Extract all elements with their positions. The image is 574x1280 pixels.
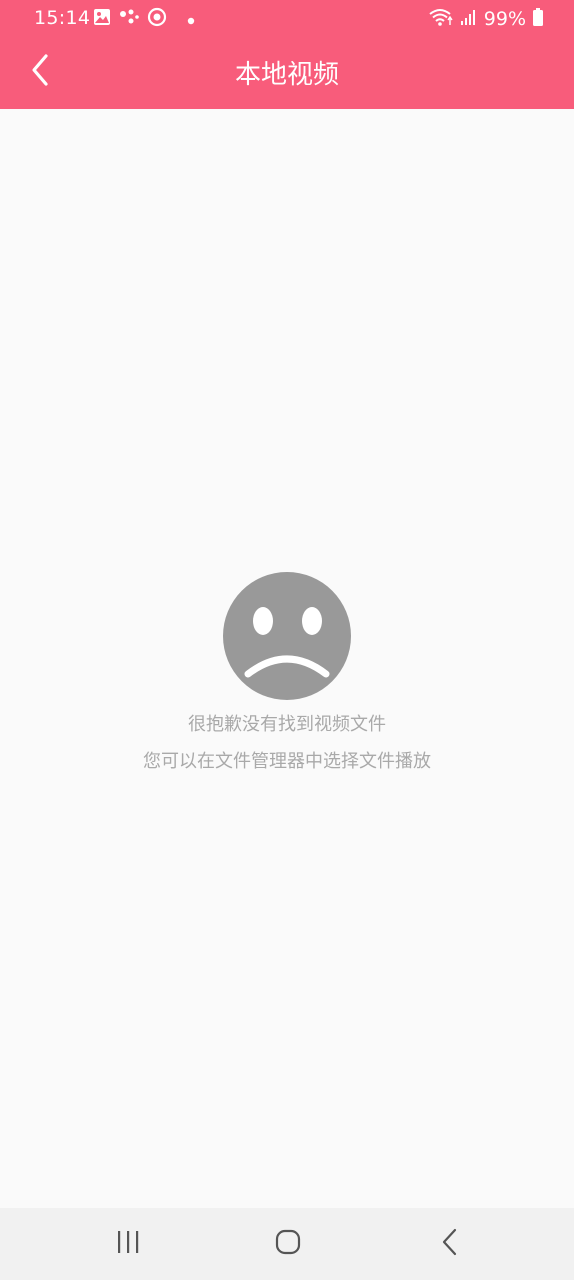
sad-face-icon (223, 572, 351, 700)
assistant-dots-icon (119, 8, 139, 30)
page-title: 本地视频 (234, 60, 339, 90)
empty-hint: 您可以在文件管理器中选择文件播放 (143, 751, 431, 772)
system-nav-bar (0, 1208, 574, 1280)
status-time: 15:14 (34, 7, 91, 29)
signal-icon (460, 8, 478, 30)
wifi-icon (428, 7, 454, 31)
empty-state: 很抱歉没有找到视频文件 您可以在文件管理器中选择文件播放 (0, 572, 574, 774)
back-icon (441, 1228, 459, 1260)
target-icon (147, 7, 167, 31)
dot-icon (187, 10, 195, 29)
image-icon (93, 8, 111, 30)
app-bar: 本地视频 (0, 38, 574, 109)
status-bar: 15:14 99% (0, 0, 574, 38)
nav-back-button[interactable] (426, 1222, 474, 1266)
status-icons-right: 99% (428, 7, 544, 31)
home-button[interactable] (264, 1222, 312, 1266)
recent-apps-button[interactable] (104, 1222, 152, 1266)
status-icons-left (93, 7, 195, 31)
recent-apps-icon (115, 1230, 141, 1258)
battery-percent: 99% (483, 8, 526, 30)
home-icon (275, 1229, 301, 1259)
header: 15:14 99% 本地视频 (0, 0, 574, 109)
empty-message: 很抱歉没有找到视频文件 (188, 714, 386, 735)
battery-icon (532, 7, 544, 31)
